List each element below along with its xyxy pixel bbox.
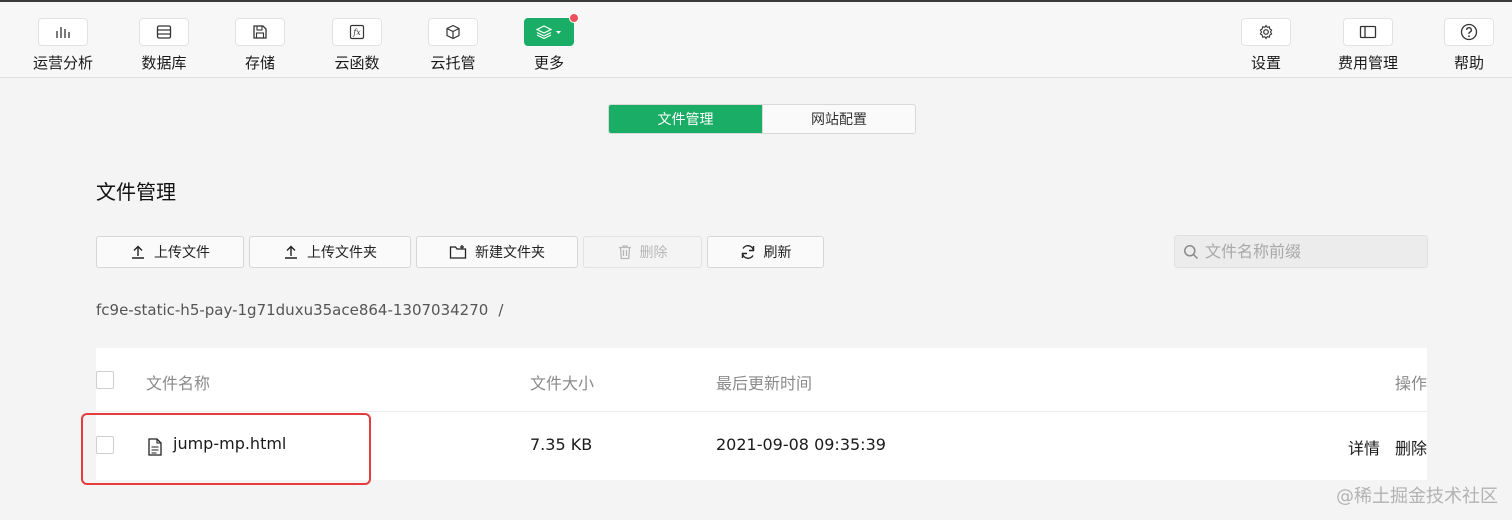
refresh-icon [741, 245, 754, 259]
notification-dot [569, 13, 579, 23]
breadcrumb: fc9e-static-h5-pay-1g71duxu35ace864-1307… [96, 301, 503, 319]
search-icon [1184, 244, 1199, 259]
tool-settings[interactable]: 设置 [1216, 18, 1316, 73]
header-ops: 操作 [1394, 374, 1427, 393]
header-size: 文件大小 [530, 374, 595, 393]
watermark: @稀土掘金技术社区 [1336, 486, 1498, 507]
trash-icon [618, 245, 631, 260]
tool-storage[interactable]: 存储 [210, 18, 310, 73]
sidebar-panel-icon [1343, 18, 1393, 46]
search-input[interactable] [1205, 242, 1415, 261]
file-size: 7.35 KB [530, 435, 593, 454]
tool-analytics[interactable]: 运营分析 [13, 18, 113, 73]
file-table: 文件名称 文件大小 最后更新时间 操作 jump-mp.html 7.35 KB… [96, 348, 1427, 480]
detail-link[interactable]: 详情 [1348, 435, 1380, 459]
upload-icon [285, 245, 297, 259]
delete-button[interactable]: 删除 [583, 236, 702, 268]
breadcrumb-separator: / [498, 301, 504, 319]
box-icon [428, 18, 478, 46]
tool-label: 数据库 [141, 54, 187, 72]
function-icon: fx [332, 18, 382, 46]
breadcrumb-bucket[interactable]: fc9e-static-h5-pay-1g71duxu35ace864-1307… [96, 301, 488, 319]
tool-label: 云函数 [334, 54, 380, 72]
header-updated: 最后更新时间 [716, 374, 813, 393]
bar-chart-icon [38, 18, 88, 46]
table-header: 文件名称 文件大小 最后更新时间 操作 [96, 348, 1427, 412]
new-folder-label: 新建文件夹 [475, 245, 545, 261]
header-name: 文件名称 [146, 374, 211, 393]
row-checkbox[interactable] [96, 436, 114, 454]
new-folder-icon [449, 245, 467, 259]
tool-label: 存储 [244, 54, 275, 72]
tool-label: 运营分析 [32, 54, 93, 72]
tab-file-manage[interactable]: 文件管理 [609, 105, 762, 133]
tool-label: 云托管 [430, 54, 476, 72]
table-row[interactable]: jump-mp.html 7.35 KB 2021-09-08 09:35:39… [96, 413, 1427, 479]
gear-icon [1241, 18, 1291, 46]
help-icon [1444, 18, 1494, 46]
tab-site-config[interactable]: 网站配置 [762, 105, 915, 133]
upload-file-label: 上传文件 [154, 245, 210, 261]
top-toolbar: 运营分析 数据库 存储 fx 云函数 云托管 更多 设置 费用管理 帮助 [0, 0, 1512, 78]
tool-label: 更多 [533, 54, 564, 72]
tool-help[interactable]: 帮助 [1419, 18, 1512, 73]
tool-label: 设置 [1250, 54, 1281, 72]
upload-folder-button[interactable]: 上传文件夹 [249, 236, 411, 268]
new-folder-button[interactable]: 新建文件夹 [416, 236, 578, 268]
refresh-button[interactable]: 刷新 [707, 236, 824, 268]
delete-link[interactable]: 删除 [1395, 435, 1427, 459]
select-all-checkbox[interactable] [96, 371, 114, 389]
tool-label: 费用管理 [1337, 54, 1398, 72]
file-icon [148, 438, 162, 456]
file-updated: 2021-09-08 09:35:39 [716, 435, 886, 454]
tool-database[interactable]: 数据库 [114, 18, 214, 73]
file-name[interactable]: jump-mp.html [173, 434, 286, 453]
search-box [1174, 235, 1428, 268]
upload-icon [132, 245, 144, 259]
refresh-label: 刷新 [763, 245, 792, 261]
page-title: 文件管理 [96, 180, 176, 204]
tool-cloud-function[interactable]: fx 云函数 [307, 18, 407, 73]
layers-icon [524, 13, 579, 46]
delete-label: 删除 [639, 245, 668, 261]
svg-text:fx: fx [352, 28, 361, 37]
upload-file-button[interactable]: 上传文件 [96, 236, 244, 268]
tool-more[interactable]: 更多 [499, 13, 599, 73]
tool-label: 帮助 [1453, 54, 1484, 72]
tool-cloud-hosting[interactable]: 云托管 [403, 18, 503, 73]
tool-billing[interactable]: 费用管理 [1318, 18, 1418, 73]
save-icon [235, 18, 285, 46]
upload-folder-label: 上传文件夹 [307, 245, 377, 261]
view-tabs: 文件管理 网站配置 [608, 104, 916, 134]
database-icon [139, 18, 189, 46]
